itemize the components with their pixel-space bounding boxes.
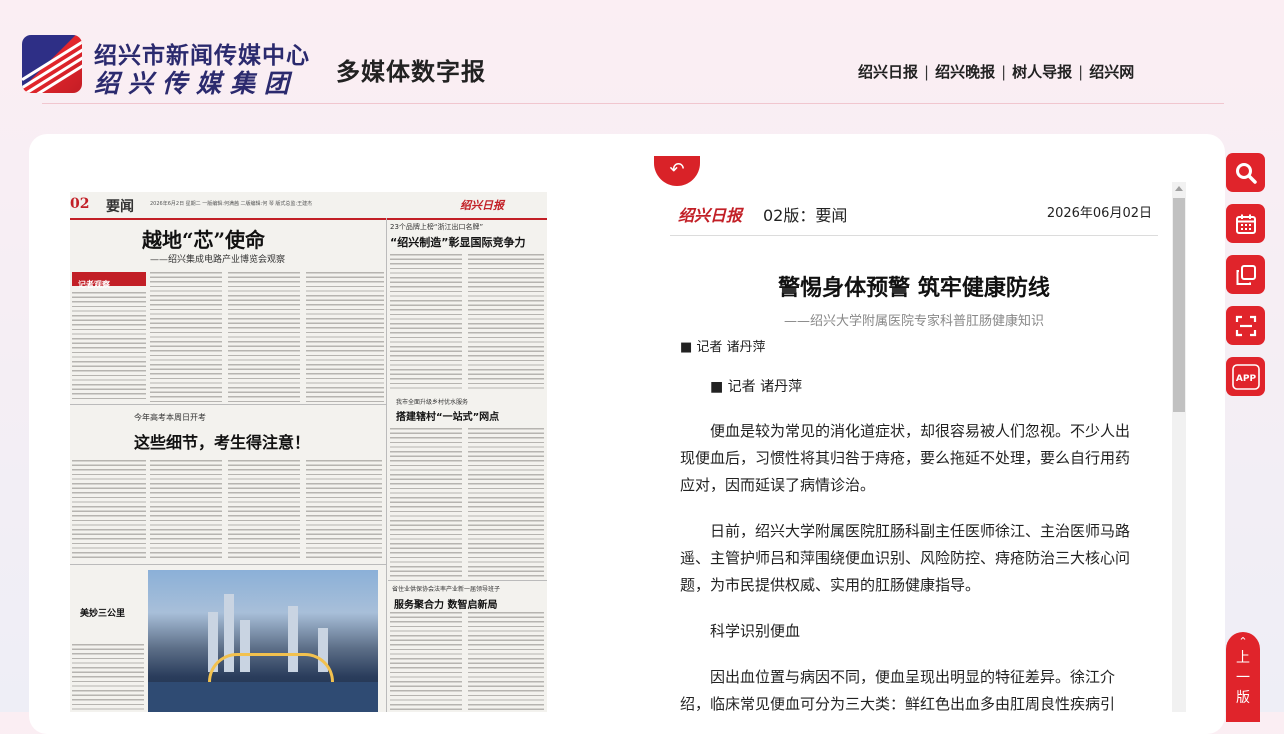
text-block <box>228 272 300 402</box>
story-headline-bottom[interactable]: 服务聚合力 数智启新局 <box>394 596 497 611</box>
article-subtitle: ——绍兴大学附属医院专家科普肛肠健康知识 <box>783 314 1044 329</box>
prev-page-char: 版 <box>1236 690 1250 706</box>
newspaper-page[interactable]: 02 要闻 2026年6月2日 星期二 一版编辑:何满茜 二版编辑:何 琴 版式… <box>70 192 547 712</box>
article-pane: 绍兴日报 02版：要闻 2026年06月02日 警惕身体预警 筑牢健康防线 ——… <box>670 190 1158 712</box>
chevron-up-icon: ⌃ <box>1238 635 1248 648</box>
org-name-line2: 绍兴传媒集团 <box>94 69 299 98</box>
header-divider <box>42 103 1224 104</box>
article-scrollbar[interactable] <box>1172 182 1186 712</box>
story-headline-main[interactable]: 越地“芯”使命 <box>142 224 265 253</box>
text-block <box>468 254 544 389</box>
calendar-icon <box>1235 214 1256 234</box>
text-block <box>228 460 300 560</box>
scroll-up-icon[interactable] <box>1175 186 1183 191</box>
column-rule <box>386 218 387 712</box>
section-rule <box>70 564 386 565</box>
page-section: 要闻 <box>106 199 134 215</box>
site-header: 绍兴市新闻传媒中心 绍兴传媒集团 多媒体数字报 绍兴日报 | 绍兴晚报 | 树人导报 | 绍… <box>0 0 1284 104</box>
story-subheadline-main: ——绍兴集成电路产业博览会观察 <box>150 255 286 265</box>
nav-link-shaoxing-daily[interactable]: 绍兴日报 <box>858 63 918 81</box>
text-block <box>72 292 146 402</box>
text-block <box>306 272 384 402</box>
article-byline-body: ■ 记者 诸丹萍 <box>710 379 803 395</box>
calendar-button[interactable] <box>1226 204 1265 243</box>
page-header-bar: 02 要闻 2026年6月2日 星期二 一版编辑:何满茜 二版编辑:何 琴 版式… <box>70 192 547 220</box>
story-kicker-side: 23个品牌上榜“浙江出口名牌” <box>390 223 484 231</box>
story-headline-mid[interactable]: 这些细节，考生得注意！ <box>134 429 310 453</box>
section-rule <box>70 404 386 405</box>
story-headline-side[interactable]: “绍兴制造”彰显国际竞争力 <box>390 234 525 250</box>
nav-separator: | <box>924 63 930 81</box>
publish-date: 2026年06月02日 <box>1046 206 1152 221</box>
story-kicker-bottom: 省住业供保协会法率产业新一届领导班子 <box>392 586 501 593</box>
column-label: 记者观察 <box>72 272 146 289</box>
top-nav: 绍兴日报 | 绍兴晚报 | 树人导报 | 绍兴网 <box>858 61 1134 82</box>
undo-arrow-icon: ↶ <box>669 159 685 180</box>
app-label: APP <box>1235 374 1256 384</box>
copy-button[interactable] <box>1226 255 1265 294</box>
copy-icon <box>1236 264 1256 285</box>
story-kicker-mid: 今年高考本周日开考 <box>134 413 206 422</box>
scan-icon <box>1235 315 1256 336</box>
nav-link-shaoxing-net[interactable]: 绍兴网 <box>1089 63 1134 81</box>
article-subheading: 科学识别便血 <box>710 622 801 640</box>
text-block <box>306 460 382 560</box>
nav-link-shuren[interactable]: 树人导报 <box>1012 63 1072 81</box>
page-number: 02 <box>70 196 90 212</box>
prev-page-char: 一 <box>1236 670 1250 686</box>
article-byline: ■ 记者 诸丹萍 <box>680 340 766 355</box>
edition-label: 02版：要闻 <box>763 206 848 225</box>
scroll-thumb[interactable] <box>1173 198 1185 412</box>
app-button[interactable]: APP <box>1226 357 1265 396</box>
section-rule <box>388 580 547 581</box>
page-meta: 2026年6月2日 星期二 一版编辑:何满茜 二版编辑:何 琴 版式总监:王建杰 <box>150 201 313 207</box>
text-block <box>150 460 222 560</box>
article-title: 警惕身体预警 筑牢健康防线 <box>778 276 1050 301</box>
story-kicker-right: 我市全面升级乡村优水服务 <box>396 399 469 406</box>
text-block <box>390 612 462 712</box>
article-paragraph: 因出血位置与病因不同，便血呈现出明显的特征差异。徐江介绍，临床常见便血可分为三大… <box>680 668 1116 712</box>
news-photo[interactable] <box>148 570 378 712</box>
nav-separator: | <box>1001 63 1007 81</box>
page-brand: 绍兴日报 <box>460 199 504 212</box>
paper-logo: 绍兴日报 <box>678 206 743 225</box>
search-button[interactable] <box>1226 153 1265 192</box>
site-subtitle: 多媒体数字报 <box>336 57 486 86</box>
logo-icon[interactable] <box>22 35 82 93</box>
scan-button[interactable] <box>1226 306 1265 345</box>
search-icon <box>1235 162 1257 184</box>
text-block <box>390 428 462 578</box>
previous-page-button[interactable]: ⌃ 上 一 版 <box>1226 632 1260 722</box>
text-block <box>468 428 544 578</box>
text-block <box>468 612 544 712</box>
text-block <box>72 460 146 560</box>
article-paragraph: 便血是较为常见的消化道症状，却很容易被人们忽视。不少人出现便血后，习惯性将其归咎… <box>680 422 1131 494</box>
text-block <box>390 254 462 389</box>
photo-caption: 美妙三公里 <box>80 609 126 619</box>
prev-page-char: 上 <box>1236 650 1250 666</box>
app-icon: APP <box>1231 363 1260 390</box>
article-paragraph: 日前，绍兴大学附属医院肛肠科副主任医师徐江、主治医师马路遥、主管护师吕和萍围绕便… <box>680 522 1131 594</box>
nav-link-shaoxing-evening[interactable]: 绍兴晚报 <box>935 63 995 81</box>
article-divider <box>670 235 1158 236</box>
text-block <box>150 272 222 402</box>
nav-separator: | <box>1078 63 1084 81</box>
story-headline-right[interactable]: 搭建辖村“一站式”网点 <box>396 408 499 423</box>
text-block <box>72 644 144 712</box>
